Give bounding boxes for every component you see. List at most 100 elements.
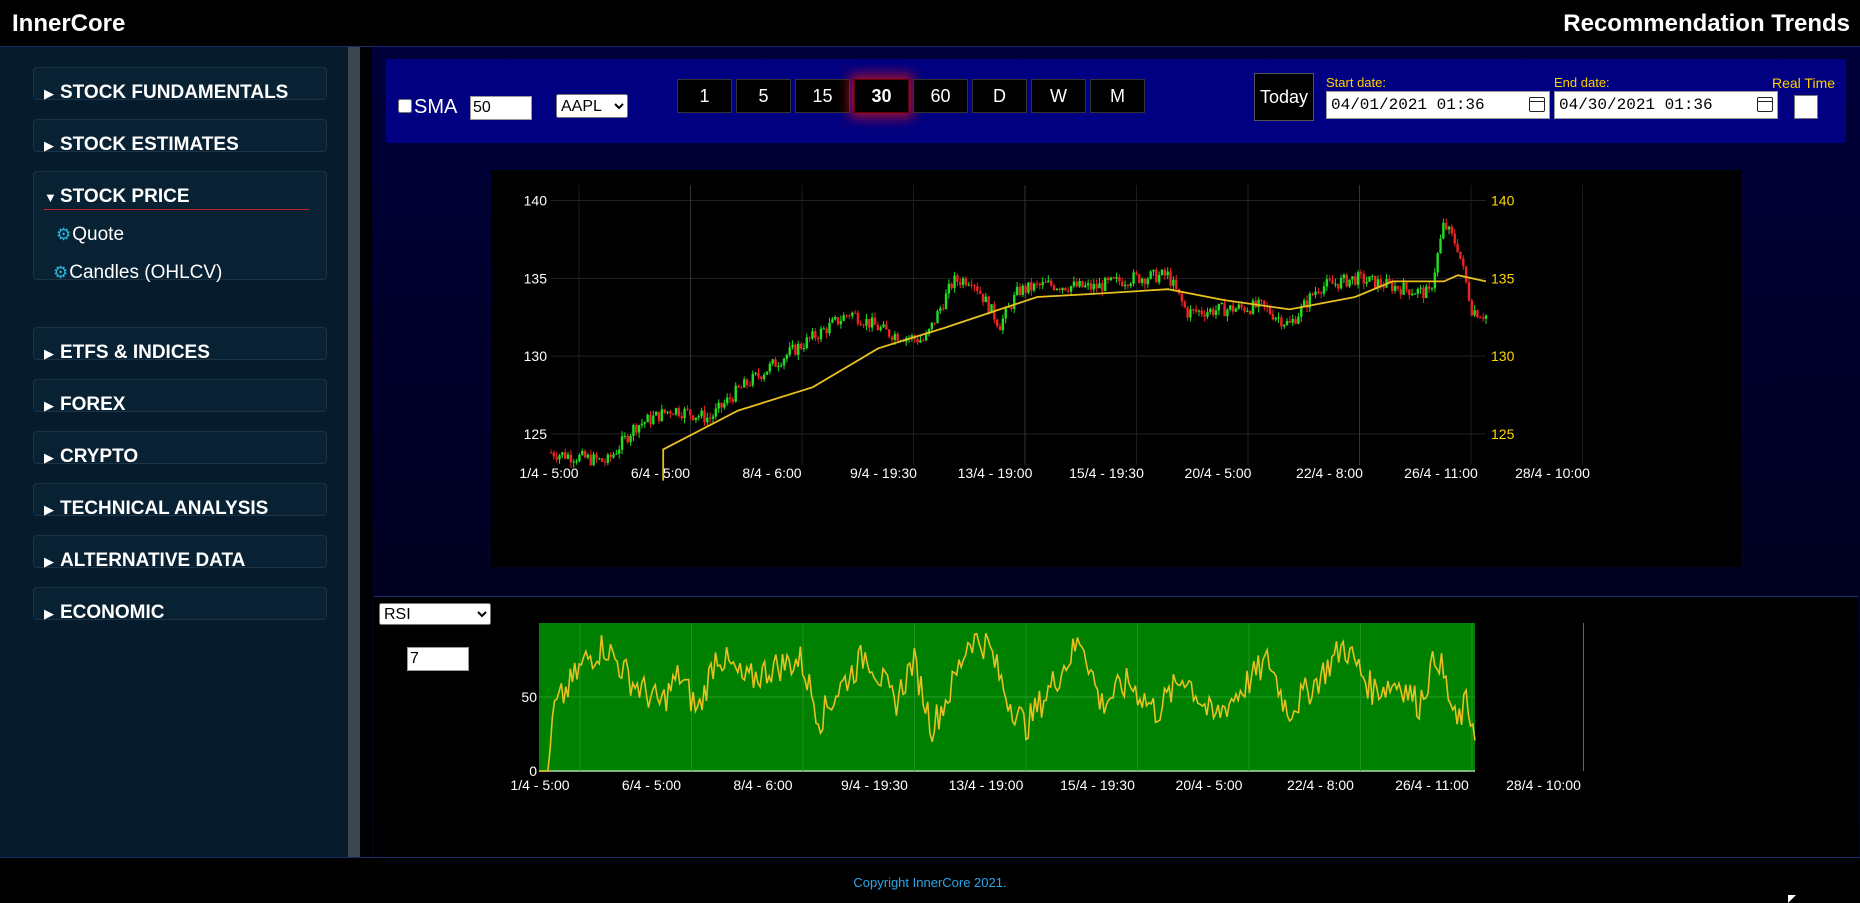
candle-body xyxy=(549,452,553,454)
candle-body xyxy=(1348,279,1351,287)
candle-body xyxy=(697,416,700,418)
candle-body xyxy=(1328,279,1331,281)
menu-alternative-data[interactable]: ▶ ALTERNATIVE DATA xyxy=(33,535,327,571)
candle-body xyxy=(1413,293,1417,295)
candle-body xyxy=(961,278,965,285)
x-tick-label: 20/4 - 5:00 xyxy=(1176,777,1243,793)
candle-body xyxy=(555,456,558,460)
timeframe-30-button[interactable]: 30 xyxy=(854,79,909,113)
menu-header[interactable]: ▶ TECHNICAL ANALYSIS xyxy=(44,498,268,520)
candle-body xyxy=(1166,271,1169,276)
price-chart[interactable]: 125 125 130 130 135 135 140 140 1/4 - 5:00 6/4 - … xyxy=(491,170,1741,567)
candle-body xyxy=(887,329,891,337)
sidebar-item-candles[interactable]: ⚙Candles (OHLCV) xyxy=(53,262,222,284)
candle-body xyxy=(581,450,584,455)
candle-body xyxy=(1047,280,1050,283)
x-tick-label: 15/4 - 19:30 xyxy=(1069,465,1144,481)
timeframe-5-button[interactable]: 5 xyxy=(736,79,791,113)
candle-body xyxy=(1399,289,1402,295)
timeframe-day-button[interactable]: D xyxy=(972,79,1027,113)
candle-body xyxy=(1319,292,1323,294)
brand-logo[interactable]: InnerCore xyxy=(12,10,125,38)
candle-body xyxy=(1246,310,1249,312)
candle-body xyxy=(1473,310,1476,316)
candle-body xyxy=(779,365,783,367)
candle-body xyxy=(1368,276,1371,282)
candle-body xyxy=(1197,310,1201,312)
candle-body xyxy=(569,454,573,463)
start-date-input[interactable]: 04/01/2021 01:36 xyxy=(1326,91,1550,119)
sma-period-input[interactable] xyxy=(470,96,532,120)
candle-body xyxy=(1379,279,1383,286)
menu-stock-fundamentals[interactable]: ▶ STOCK FUNDAMENTALS xyxy=(33,67,327,103)
menu-stock-estimates[interactable]: ▶ STOCK ESTIMATES xyxy=(33,119,327,155)
symbol-select[interactable]: AAPL xyxy=(556,94,628,118)
candle-body xyxy=(959,281,962,285)
candle-body xyxy=(1084,285,1087,288)
candle-body xyxy=(760,376,763,380)
rsi-chart-svg[interactable]: 0501/4 - 5:00 6/4 - 5:00 8/4 - 6:00 9/4 - 1… xyxy=(374,597,1858,858)
candle-body xyxy=(1209,308,1212,313)
candle-body xyxy=(919,340,922,343)
candle-body xyxy=(592,454,595,466)
candle-body xyxy=(1268,307,1272,315)
candle-body xyxy=(703,410,706,423)
end-date-input[interactable]: 04/30/2021 01:36 xyxy=(1554,91,1778,119)
calendar-icon[interactable] xyxy=(1529,97,1545,112)
candle-body xyxy=(836,317,840,325)
candle-body xyxy=(1055,288,1059,290)
candle-body xyxy=(1092,284,1096,290)
menu-header[interactable]: ▶ STOCK FUNDAMENTALS xyxy=(44,82,288,104)
menu-technical-analysis[interactable]: ▶ TECHNICAL ANALYSIS xyxy=(33,483,327,519)
timeframe-week-button[interactable]: W xyxy=(1031,79,1086,113)
calendar-icon[interactable] xyxy=(1757,97,1773,112)
candle-body xyxy=(1143,278,1147,285)
sma-checkbox[interactable] xyxy=(398,99,412,113)
expand-arrow-icon: ▶ xyxy=(44,398,54,413)
menu-crypto[interactable]: ▶ CRYPTO xyxy=(33,431,327,467)
candle-body xyxy=(606,454,610,463)
menu-header[interactable]: ▶ CRYPTO xyxy=(44,446,138,468)
candle-body xyxy=(1297,316,1300,324)
candle-body xyxy=(694,417,698,420)
menu-header[interactable]: ▶ ECONOMIC xyxy=(44,602,165,624)
candle-body xyxy=(734,385,737,402)
candle-body xyxy=(637,425,641,433)
realtime-checkbox[interactable] xyxy=(1794,95,1818,119)
candle-body xyxy=(1251,300,1255,314)
candle-body xyxy=(1362,273,1365,284)
menu-header[interactable]: ▼ STOCK PRICE xyxy=(44,186,310,210)
timeframe-60-button[interactable]: 60 xyxy=(913,79,968,113)
menu-header[interactable]: ▶ STOCK ESTIMATES xyxy=(44,134,239,156)
candle-body xyxy=(1152,269,1155,272)
timeframe-1-button[interactable]: 1 xyxy=(677,79,732,113)
candle-body xyxy=(1058,288,1061,291)
candle-body xyxy=(1317,291,1320,293)
timeframe-15-button[interactable]: 15 xyxy=(795,79,850,113)
candle-body xyxy=(1453,233,1456,244)
candle-body xyxy=(976,286,979,292)
menu-etfs-indices[interactable]: ▶ ETFS & INDICES xyxy=(33,327,327,363)
y-tick-label: 130 xyxy=(524,348,548,364)
candle-body xyxy=(632,425,635,436)
candle-body xyxy=(1342,274,1346,279)
candle-body xyxy=(1129,283,1132,286)
price-chart-svg[interactable]: 125 125 130 130 135 135 140 140 1/4 - 5:00 6/4 - … xyxy=(491,170,1741,567)
candle-body xyxy=(1356,272,1360,285)
menu-stock-price[interactable]: ▼ STOCK PRICE ⚙Quote ⚙Candles (OHLCV) xyxy=(33,171,327,283)
realtime-label: Real Time xyxy=(1772,75,1836,91)
today-button[interactable]: Today xyxy=(1254,73,1314,121)
candle-body xyxy=(1354,276,1357,285)
candle-body xyxy=(1106,277,1110,280)
timeframe-month-button[interactable]: M xyxy=(1090,79,1145,113)
candle-body xyxy=(572,461,575,463)
x-tick-label: 6/4 - 5:00 xyxy=(631,465,690,481)
x-tick-label: 26/4 - 11:00 xyxy=(1404,465,1478,481)
menu-header[interactable]: ▶ ETFS & INDICES xyxy=(44,342,210,364)
sidebar-item-quote[interactable]: ⚙Quote xyxy=(56,224,124,246)
menu-header[interactable]: ▶ FOREX xyxy=(44,394,125,416)
candle-body xyxy=(1416,288,1419,294)
menu-forex[interactable]: ▶ FOREX xyxy=(33,379,327,415)
menu-header[interactable]: ▶ ALTERNATIVE DATA xyxy=(44,550,245,572)
menu-economic[interactable]: ▶ ECONOMIC xyxy=(33,587,327,623)
